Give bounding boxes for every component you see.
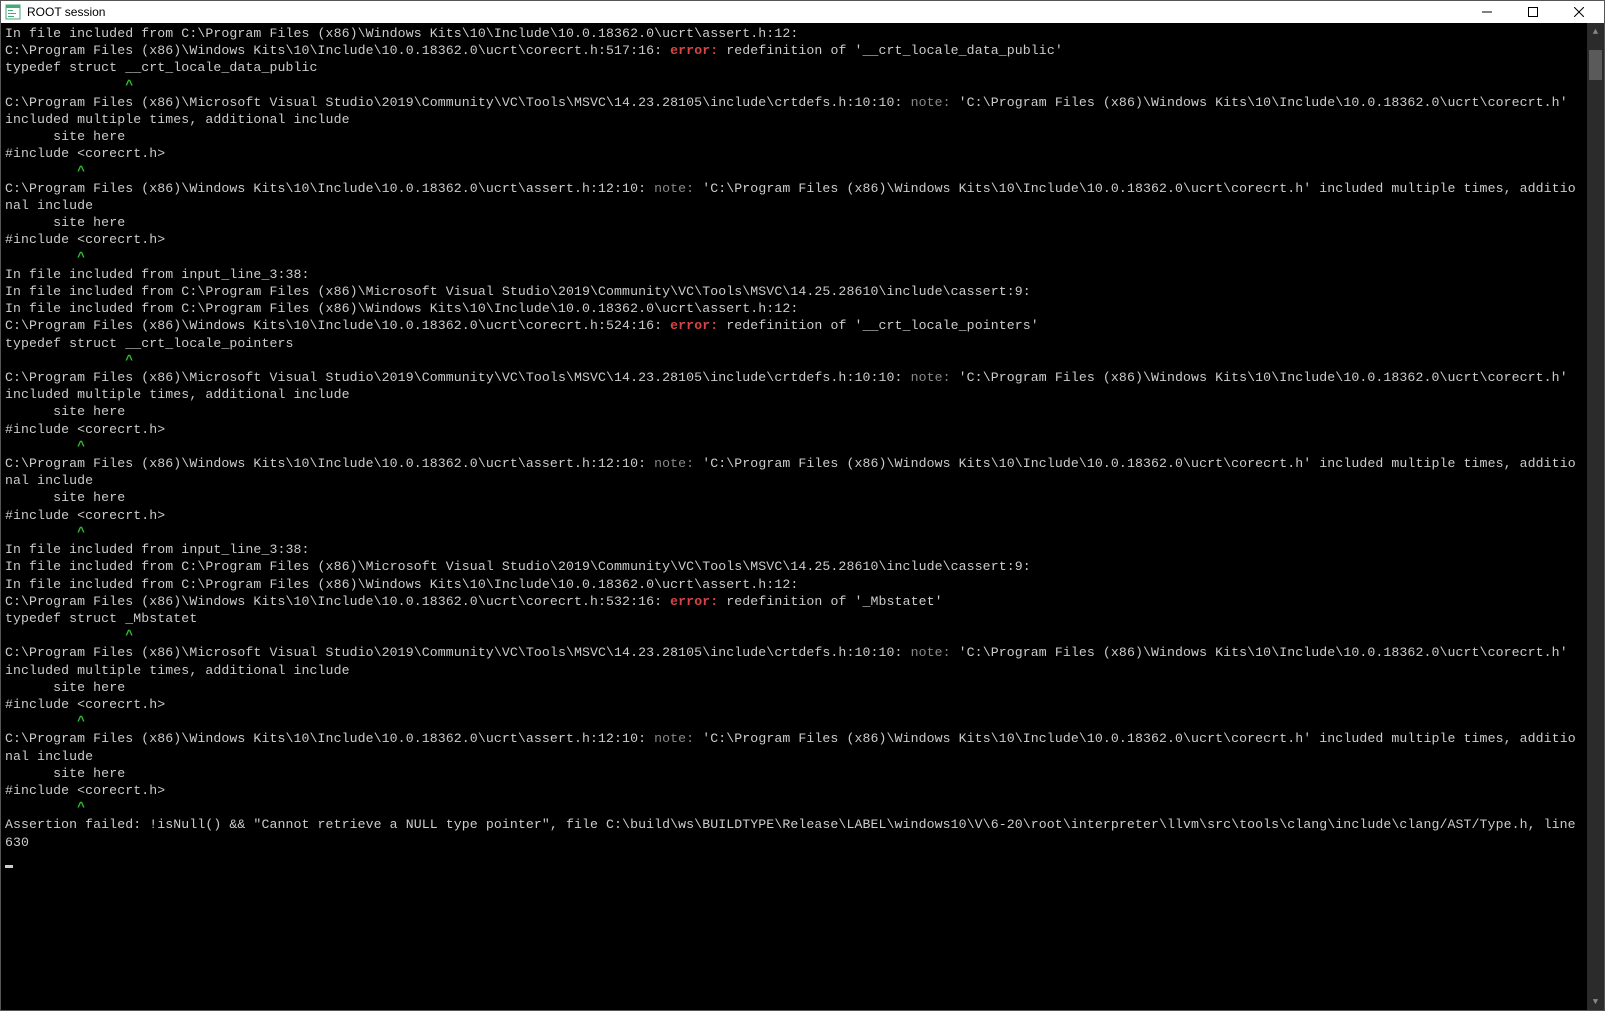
terminal-line: #include <corecrt.h> [5,782,1583,799]
terminal-line: In file included from C:\Program Files (… [5,558,1583,575]
terminal-line: ^ [5,438,1583,455]
terminal-line: typedef struct _Mbstatet [5,610,1583,627]
terminal-line: C:\Program Files (x86)\Windows Kits\10\I… [5,317,1583,334]
terminal-cursor-line [5,851,1583,868]
app-icon [5,4,21,20]
scroll-track[interactable] [1587,40,1604,993]
terminal-line: site here [5,403,1583,420]
terminal-line: site here [5,765,1583,782]
terminal-line: C:\Program Files (x86)\Microsoft Visual … [5,644,1583,678]
terminal-line: C:\Program Files (x86)\Windows Kits\10\I… [5,42,1583,59]
terminal-line: In file included from C:\Program Files (… [5,576,1583,593]
terminal-line: ^ [5,524,1583,541]
titlebar[interactable]: ROOT session [1,1,1604,23]
close-button[interactable] [1556,1,1602,23]
window-controls [1464,1,1602,23]
terminal-line: typedef struct __crt_locale_data_public [5,59,1583,76]
terminal-line: ^ [5,249,1583,266]
terminal-line: #include <corecrt.h> [5,145,1583,162]
terminal-line: ^ [5,713,1583,730]
window-title: ROOT session [27,5,1464,19]
scroll-thumb[interactable] [1589,50,1602,80]
terminal-line: C:\Program Files (x86)\Windows Kits\10\I… [5,730,1583,764]
terminal-line: #include <corecrt.h> [5,507,1583,524]
scroll-up-arrow[interactable]: ▲ [1587,23,1604,40]
terminal-line: typedef struct __crt_locale_pointers [5,335,1583,352]
terminal-line: ^ [5,352,1583,369]
terminal-line: In file included from C:\Program Files (… [5,300,1583,317]
terminal-line: In file included from C:\Program Files (… [5,283,1583,300]
maximize-button[interactable] [1510,1,1556,23]
terminal-line: #include <corecrt.h> [5,696,1583,713]
cursor [5,865,13,868]
app-window: ROOT session In file included from C:\Pr… [0,0,1605,1011]
terminal-line: site here [5,128,1583,145]
terminal-line: site here [5,679,1583,696]
terminal-line: site here [5,214,1583,231]
terminal-container: In file included from C:\Program Files (… [1,23,1604,1010]
vertical-scrollbar[interactable]: ▲ ▼ [1587,23,1604,1010]
terminal-line: C:\Program Files (x86)\Windows Kits\10\I… [5,180,1583,214]
terminal-line: C:\Program Files (x86)\Microsoft Visual … [5,94,1583,128]
terminal-line: ^ [5,163,1583,180]
terminal-line: Assertion failed: !isNull() && "Cannot r… [5,816,1583,850]
terminal-line: C:\Program Files (x86)\Windows Kits\10\I… [5,593,1583,610]
terminal-line: C:\Program Files (x86)\Microsoft Visual … [5,369,1583,403]
terminal-output[interactable]: In file included from C:\Program Files (… [1,23,1587,1010]
terminal-line: C:\Program Files (x86)\Windows Kits\10\I… [5,455,1583,489]
terminal-line: In file included from C:\Program Files (… [5,25,1583,42]
terminal-line: #include <corecrt.h> [5,421,1583,438]
terminal-line: site here [5,489,1583,506]
terminal-line: ^ [5,627,1583,644]
terminal-line: In file included from input_line_3:38: [5,266,1583,283]
scroll-down-arrow[interactable]: ▼ [1587,993,1604,1010]
minimize-button[interactable] [1464,1,1510,23]
terminal-line: ^ [5,799,1583,816]
terminal-line: #include <corecrt.h> [5,231,1583,248]
terminal-line: ^ [5,77,1583,94]
terminal-line: In file included from input_line_3:38: [5,541,1583,558]
